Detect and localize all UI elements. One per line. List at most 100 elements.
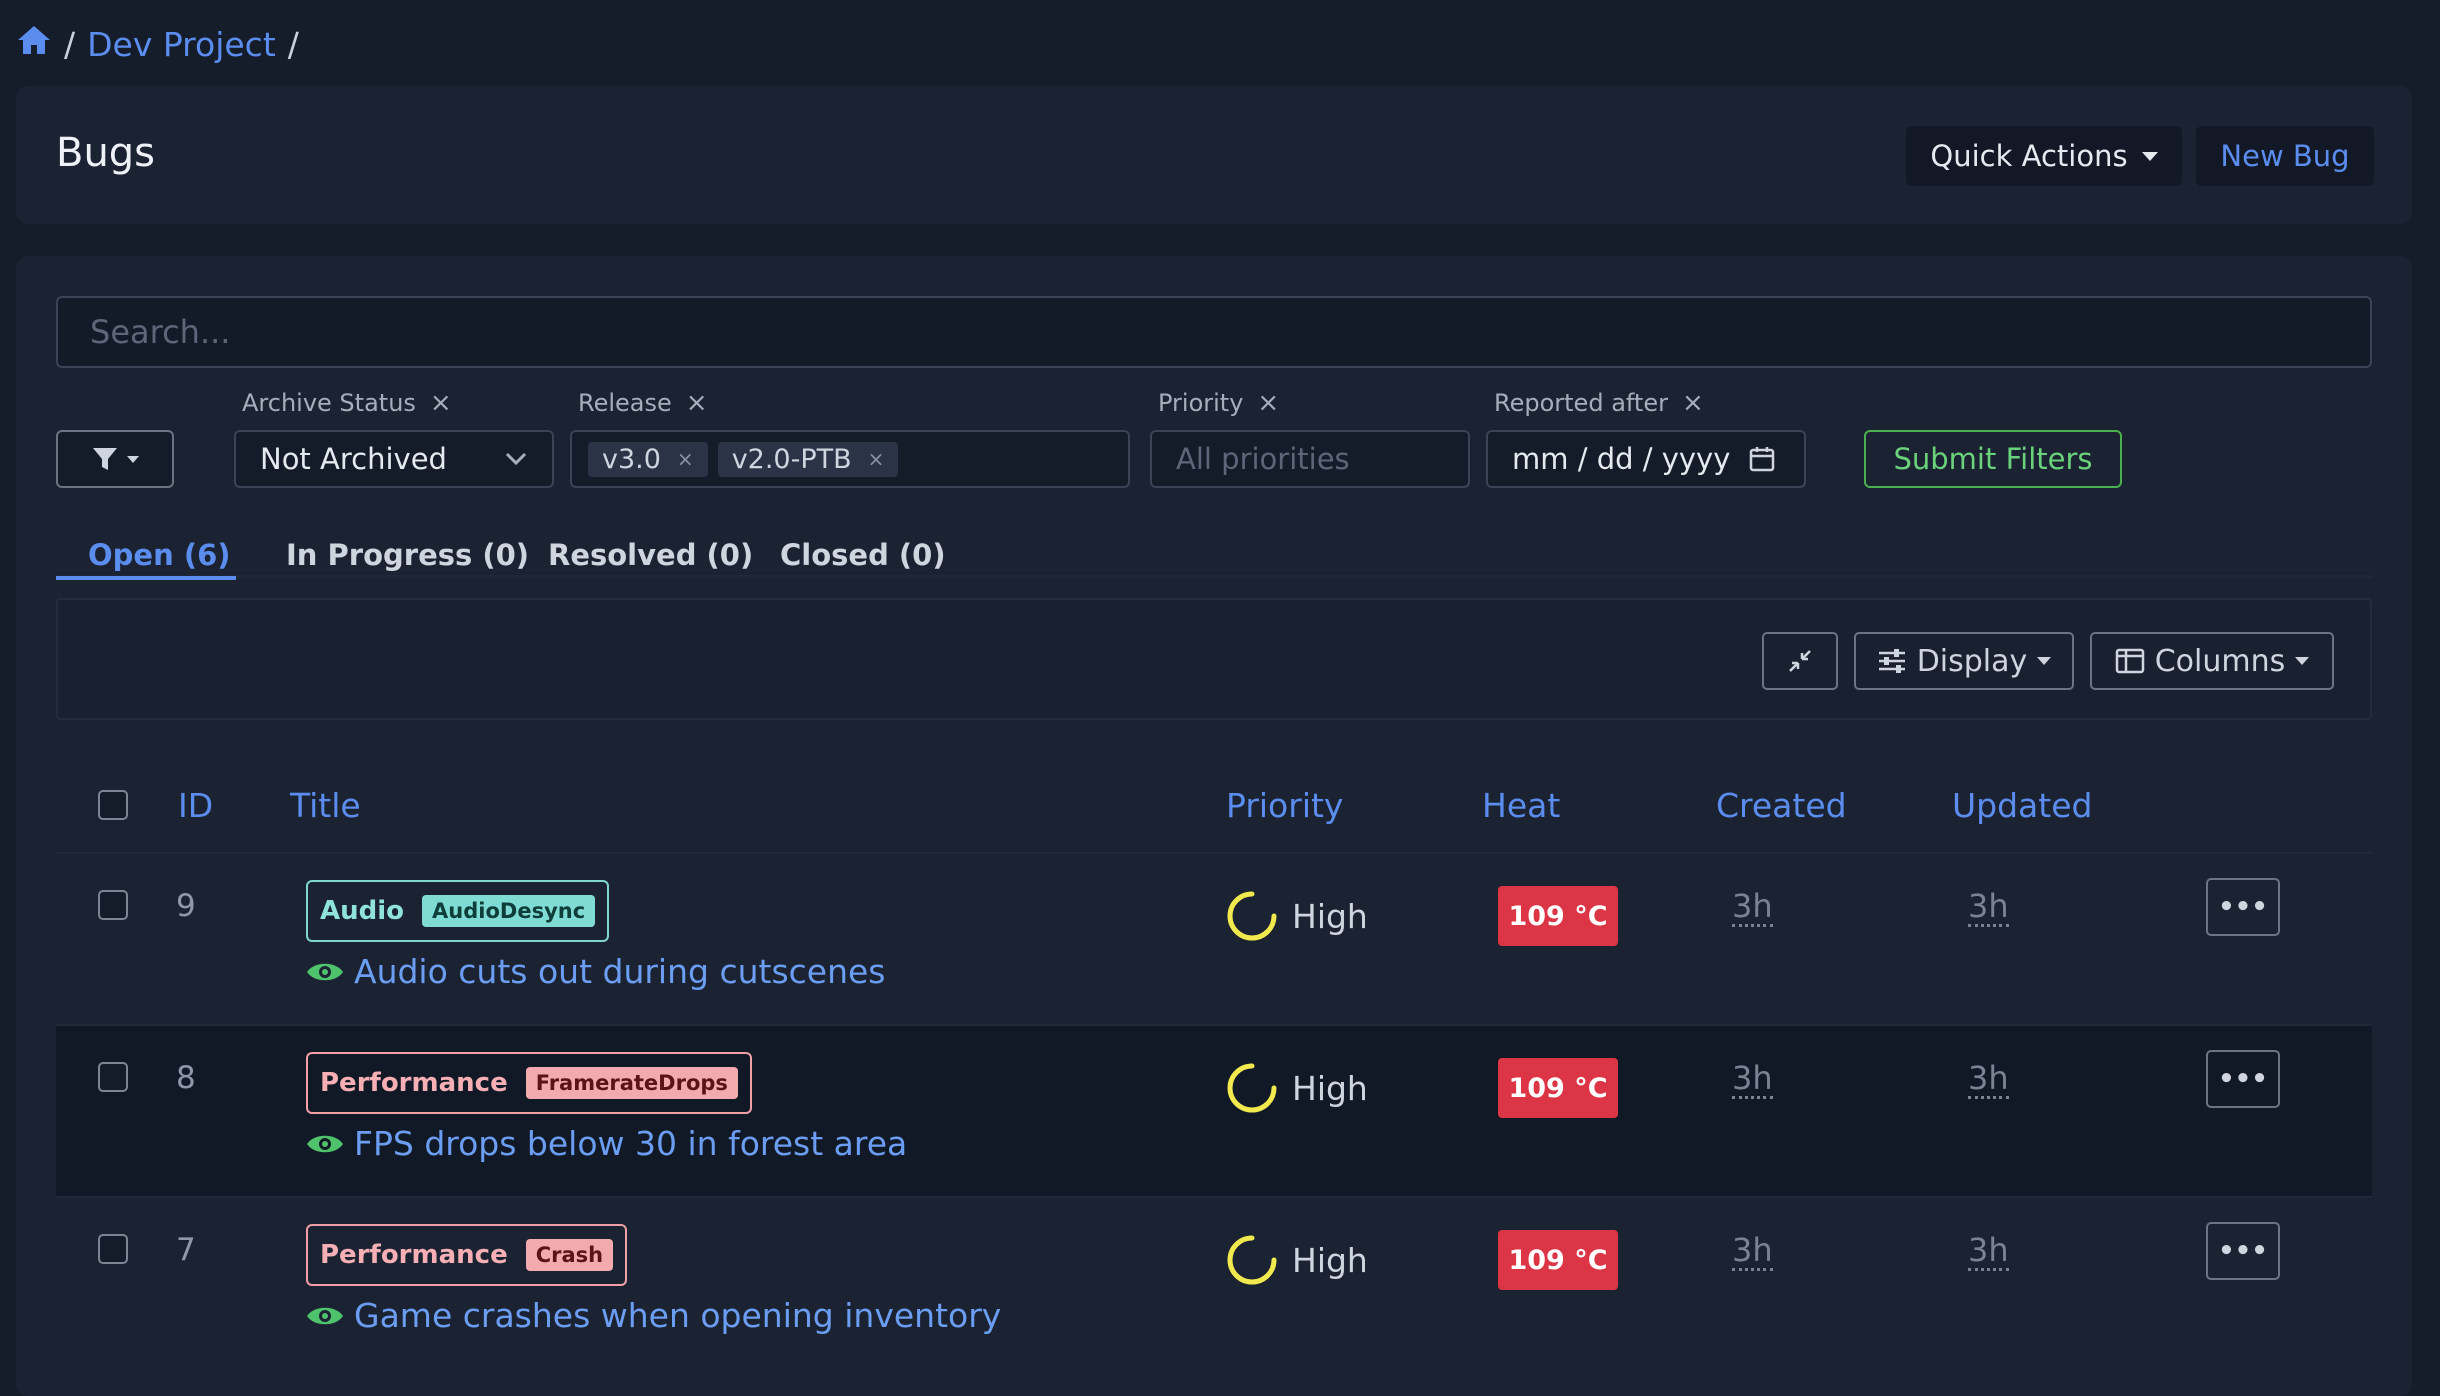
columns-icon (2115, 648, 2144, 674)
created-time: 3h (1732, 887, 1773, 927)
priority-ring-icon (1227, 1235, 1277, 1285)
clear-priority-filter-icon[interactable]: × (1257, 388, 1279, 418)
heat-badge: 109 °C (1498, 1058, 1618, 1118)
remove-tag-icon[interactable]: × (868, 447, 885, 471)
row-checkbox[interactable] (98, 1062, 128, 1092)
priority-cell: High (1226, 1234, 1368, 1286)
tab-open[interactable]: Open (6) (88, 538, 231, 572)
subcategory-badge: FramerateDrops (525, 1067, 738, 1099)
release-label: Release × (578, 388, 708, 418)
display-label: Display (1916, 643, 2028, 679)
priority-cell: High (1226, 890, 1368, 942)
created-time: 3h (1732, 1231, 1773, 1271)
row-actions-button[interactable]: ••• (2206, 878, 2280, 936)
column-header-created[interactable]: Created (1716, 786, 1847, 825)
remove-tag-icon[interactable]: × (677, 447, 694, 471)
row-checkbox[interactable] (98, 1234, 128, 1264)
eye-icon (307, 1135, 343, 1152)
archive-status-label: Archive Status × (242, 388, 452, 418)
priority-ring-icon (1227, 1063, 1277, 1113)
category-badge[interactable]: Audio AudioDesync (306, 880, 610, 942)
updated-time: 3h (1968, 1231, 2009, 1271)
main-card: Archive Status × Release × Priority × Re… (16, 256, 2412, 1396)
bug-id: 8 (176, 1060, 196, 1096)
priority-ring-icon (1227, 891, 1277, 941)
updated-time: 3h (1968, 1059, 2009, 1099)
quick-actions-button[interactable]: Quick Actions (1906, 126, 2182, 186)
column-header-title[interactable]: Title (290, 786, 361, 825)
reported-after-date-input[interactable]: mm / dd / yyyy (1486, 430, 1806, 488)
collapse-button[interactable] (1762, 632, 1838, 690)
release-tag: v3.0 × (588, 441, 708, 477)
columns-button[interactable]: Columns (2090, 632, 2334, 690)
status-tabs: Open (6) In Progress (0) Resolved (0) Cl… (56, 518, 2372, 580)
compress-icon (1789, 650, 1811, 672)
caret-down-icon (2295, 657, 2310, 665)
eye-icon (307, 1307, 343, 1324)
table-row[interactable]: 9 Audio AudioDesync Audio cuts out durin… (56, 852, 2372, 1024)
row-actions-button[interactable]: ••• (2206, 1050, 2280, 1108)
column-header-priority[interactable]: Priority (1226, 786, 1343, 825)
archive-status-select[interactable]: Not Archived (234, 430, 554, 488)
display-button[interactable]: Display (1854, 632, 2074, 690)
category-badge[interactable]: Performance Crash (306, 1224, 628, 1286)
heat-badge: 109 °C (1498, 886, 1618, 946)
breadcrumb-separator: / (287, 24, 299, 64)
column-header-heat[interactable]: Heat (1482, 786, 1560, 825)
eye-icon (307, 963, 343, 980)
row-checkbox[interactable] (98, 890, 128, 920)
tab-closed[interactable]: Closed (0) (780, 538, 946, 572)
updated-time: 3h (1968, 887, 2009, 927)
subcategory-badge: Crash (525, 1239, 614, 1271)
clear-reported-filter-icon[interactable]: × (1682, 388, 1704, 418)
funnel-icon (93, 448, 117, 470)
header-card: Bugs Quick Actions New Bug (16, 86, 2412, 224)
priority-label: High (1292, 896, 1368, 936)
calendar-icon[interactable] (1748, 445, 1776, 473)
bug-id: 7 (176, 1232, 196, 1268)
clear-release-filter-icon[interactable]: × (686, 388, 708, 418)
row-actions-button[interactable]: ••• (2206, 1222, 2280, 1280)
page-title: Bugs (56, 130, 156, 176)
table-toolbar: Display Columns (56, 598, 2372, 720)
active-tab-indicator (56, 576, 236, 580)
bug-title-link[interactable]: FPS drops below 30 in forest area (306, 1124, 907, 1163)
column-header-id[interactable]: ID (178, 786, 213, 825)
bug-id: 9 (176, 888, 196, 924)
breadcrumb-separator: / (64, 24, 76, 64)
columns-label: Columns (2154, 643, 2286, 679)
select-all-checkbox[interactable] (98, 790, 128, 820)
chevron-down-icon (505, 452, 527, 466)
submit-filters-button[interactable]: Submit Filters (1864, 430, 2122, 488)
bug-title-link[interactable]: Audio cuts out during cutscenes (306, 952, 886, 991)
caret-down-icon (127, 455, 139, 463)
quick-actions-label: Quick Actions (1930, 139, 2128, 173)
priority-label: High (1292, 1068, 1368, 1108)
breadcrumb-project-link[interactable]: Dev Project (87, 25, 276, 64)
subcategory-badge: AudioDesync (422, 895, 596, 927)
priority-select[interactable]: All priorities (1150, 430, 1470, 488)
caret-down-icon (2037, 657, 2052, 665)
table-row[interactable]: 7 Performance Crash Game crashes when op… (56, 1196, 2372, 1368)
heat-badge: 109 °C (1498, 1230, 1618, 1290)
search-input[interactable] (56, 296, 2372, 368)
column-header-updated[interactable]: Updated (1952, 786, 2092, 825)
release-tag: v2.0-PTB × (717, 441, 899, 477)
reported-after-label: Reported after × (1494, 388, 1704, 418)
table-row[interactable]: 8 Performance FramerateDrops FPS drops b… (56, 1024, 2372, 1196)
home-icon[interactable] (16, 24, 52, 64)
release-multiselect[interactable]: v3.0 × v2.0-PTB × (570, 430, 1130, 488)
created-time: 3h (1732, 1059, 1773, 1099)
breadcrumb: / Dev Project / (16, 24, 299, 64)
bug-title-link[interactable]: Game crashes when opening inventory (306, 1296, 1001, 1335)
clear-archive-filter-icon[interactable]: × (430, 388, 452, 418)
sliders-icon (1878, 649, 1905, 673)
tab-resolved[interactable]: Resolved (0) (548, 538, 753, 572)
priority-label: Priority × (1158, 388, 1280, 418)
new-bug-button[interactable]: New Bug (2196, 126, 2374, 186)
tab-in-progress[interactable]: In Progress (0) (286, 538, 529, 572)
category-badge[interactable]: Performance FramerateDrops (306, 1052, 752, 1114)
filter-toggle-button[interactable] (56, 430, 174, 488)
priority-label: High (1292, 1240, 1368, 1280)
caret-down-icon (2141, 151, 2158, 161)
